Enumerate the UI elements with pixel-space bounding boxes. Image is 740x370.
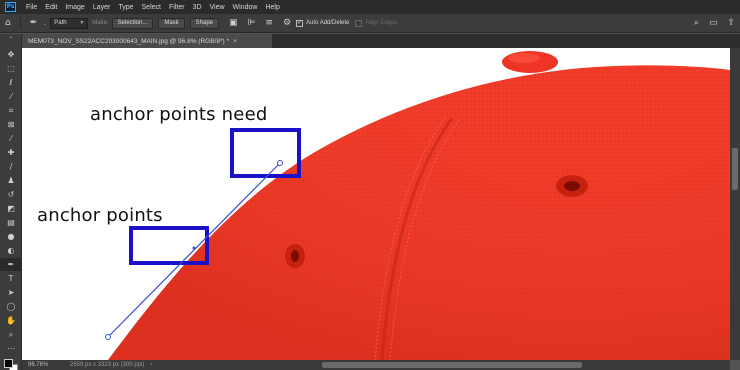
anchor-point: [192, 246, 196, 250]
shape-icon[interactable]: ◯: [0, 300, 22, 313]
path-operations-icon[interactable]: ▣: [229, 18, 238, 28]
divider: [19, 17, 21, 29]
gear-icon[interactable]: ⚙: [283, 18, 291, 28]
chevron-down-icon: ▼: [79, 20, 85, 26]
gradient-icon[interactable]: ▤: [0, 216, 22, 229]
align-edges-checkbox[interactable]: Align Edges: [355, 19, 398, 27]
home-icon[interactable]: ⌂: [5, 18, 11, 28]
status-bar: 96.76% 2659 px x 3323 px (300 ppi) ›: [22, 360, 302, 370]
checkbox-checked-icon: ✓: [296, 19, 304, 27]
move-icon[interactable]: ✥: [0, 48, 22, 61]
anchor-point: [105, 334, 111, 340]
menu-select[interactable]: Select: [138, 4, 165, 11]
chevron-right-icon[interactable]: ›: [150, 362, 152, 368]
photoshop-logo: Ps: [5, 2, 16, 12]
document-canvas[interactable]: anchor points need anchor points: [22, 48, 730, 360]
document-info: 2659 px x 3323 px (300 ppi): [70, 362, 145, 368]
foreground-color-swatch[interactable]: [4, 359, 13, 368]
menu-window[interactable]: Window: [229, 4, 262, 11]
menu-bar: Ps File Edit Image Layer Type Select Fil…: [0, 0, 740, 14]
menu-file[interactable]: File: [22, 4, 41, 11]
make-label: Make:: [92, 20, 109, 26]
search-icon[interactable]: ⌕: [694, 18, 699, 28]
horizontal-scroll-thumb[interactable]: [322, 362, 582, 368]
cap-button-highlight: [508, 53, 540, 63]
menu-image[interactable]: Image: [61, 4, 88, 11]
tool-mode-select[interactable]: Path ▼: [50, 17, 89, 29]
menu-3d[interactable]: 3D: [189, 4, 206, 11]
menu-type[interactable]: Type: [114, 4, 137, 11]
dodge-icon[interactable]: ◐: [0, 244, 22, 257]
menu-filter[interactable]: Filter: [165, 4, 189, 11]
quick-select-icon[interactable]: ⁄: [0, 90, 22, 103]
history-brush-icon[interactable]: ↺: [0, 188, 22, 201]
menu-help[interactable]: Help: [261, 4, 283, 11]
lasso-icon[interactable]: ℓ: [0, 76, 22, 89]
auto-add-delete-label: Auto Add/Delete: [306, 20, 350, 26]
brush-icon[interactable]: ∕: [0, 160, 22, 173]
workspace-icon[interactable]: ▭: [709, 18, 718, 28]
chevron-down-icon[interactable]: ⌄: [42, 20, 47, 27]
healing-brush-icon[interactable]: ✚: [0, 146, 22, 159]
canvas-artwork: [105, 51, 730, 360]
cap-eyelet-hole: [564, 181, 580, 191]
options-right-group: ⌕ ▭ ⇪: [689, 18, 740, 28]
annotation-label-lower: anchor points: [37, 205, 163, 226]
anchor-point: [277, 160, 283, 166]
vertical-scroll-thumb[interactable]: [732, 148, 738, 190]
zoom-icon[interactable]: ⌕: [0, 328, 22, 341]
blur-icon[interactable]: ●: [0, 230, 22, 243]
auto-add-delete-checkbox[interactable]: ✓ Auto Add/Delete: [296, 19, 350, 27]
cap-eyelet-hole: [291, 250, 299, 262]
marquee-icon[interactable]: ⬚: [0, 62, 22, 75]
annotation-label-upper: anchor points need: [90, 104, 268, 125]
close-icon[interactable]: ×: [233, 38, 237, 45]
eraser-icon[interactable]: ◩: [0, 202, 22, 215]
menu-view[interactable]: View: [206, 4, 229, 11]
make-mask-button[interactable]: Mask: [158, 17, 185, 29]
type-icon[interactable]: T: [0, 272, 22, 285]
path-alignment-icon[interactable]: ⊫: [248, 18, 256, 28]
align-edges-label: Align Edges: [365, 20, 398, 26]
more-tools-icon[interactable]: ⋯: [0, 342, 22, 355]
document-tab-title: MEM073_NOV_SS22ACC203000643_MAIN.jpg @ 9…: [28, 37, 229, 45]
zoom-level[interactable]: 96.76%: [22, 362, 62, 368]
tools-panel: •• ✥ ⬚ ℓ ⁄ ⌗ ⊠ ⁄ ✚ ∕ ♟ ↺ ◩ ▤ ● ◐ ✒ T ➤ ◯…: [0, 34, 22, 370]
document-tab-bar: MEM073_NOV_SS22ACC203000643_MAIN.jpg @ 9…: [22, 34, 740, 48]
path-selection-icon[interactable]: ➤: [0, 286, 22, 299]
checkbox-unchecked-icon: [355, 19, 363, 27]
pen-tool-preset-icon[interactable]: ✒: [30, 18, 38, 28]
vertical-scrollbar[interactable]: [730, 48, 740, 360]
crop-icon[interactable]: ⌗: [0, 104, 22, 117]
make-selection-button[interactable]: Selection...: [111, 17, 154, 29]
hand-icon[interactable]: ✋: [0, 314, 22, 327]
options-bar: ⌂ ✒ ⌄ Path ▼ Make: Selection... Mask Sha…: [0, 14, 740, 33]
eyedropper-icon[interactable]: ⁄: [0, 132, 22, 145]
clone-stamp-icon[interactable]: ♟: [0, 174, 22, 187]
tool-mode-value: Path: [54, 20, 67, 26]
menu-layer[interactable]: Layer: [89, 4, 115, 11]
pen-icon[interactable]: ✒: [0, 258, 22, 271]
make-shape-button[interactable]: Shape: [189, 17, 220, 29]
menu-edit[interactable]: Edit: [41, 4, 61, 11]
document-tab[interactable]: MEM073_NOV_SS22ACC203000643_MAIN.jpg @ 9…: [22, 34, 272, 48]
panel-grip[interactable]: ••: [0, 36, 22, 41]
frame-icon[interactable]: ⊠: [0, 118, 22, 131]
path-arrangement-icon[interactable]: ≡: [265, 18, 273, 28]
share-icon[interactable]: ⇪: [727, 18, 735, 28]
